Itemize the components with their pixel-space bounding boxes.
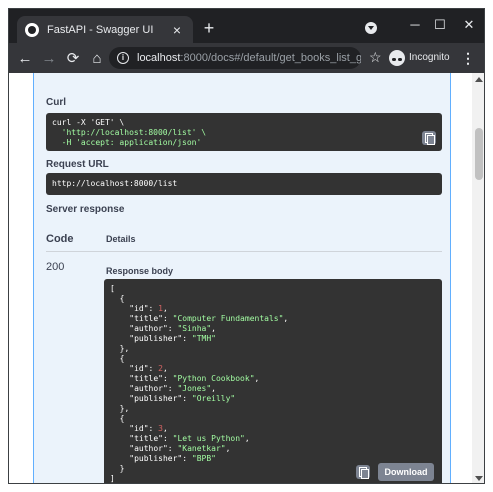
request-url-block: http://localhost:8000/list: [46, 173, 442, 195]
incognito-icon[interactable]: [389, 50, 405, 66]
incognito-label[interactable]: Incognito: [409, 52, 450, 63]
json-key: "publisher": [129, 454, 183, 463]
tab-search-icon[interactable]: [365, 22, 377, 34]
new-tab-button[interactable]: +: [199, 19, 219, 37]
curl-code-block: curl -X 'GET' \ 'http://localhost:8000/l…: [46, 113, 442, 151]
vertical-scrollbar[interactable]: [472, 73, 484, 483]
json-number: 1: [158, 304, 163, 313]
json-string: "Let us Python": [172, 434, 245, 443]
json-string: "Python Cookbook": [172, 374, 255, 383]
tab-close-icon[interactable]: ×: [169, 22, 185, 38]
address-bar[interactable]: i localhost:8000/docs#/default/get_books…: [109, 47, 361, 69]
json-key: "author": [129, 324, 168, 333]
home-icon[interactable]: ⌂: [85, 50, 109, 67]
copy-curl-icon[interactable]: [422, 131, 436, 145]
browser-toolbar: ← → ⟳ ⌂ i localhost:8000/docs#/default/g…: [9, 43, 484, 73]
minimize-button[interactable]: ─: [405, 17, 425, 32]
tab-strip: FastAPI - Swagger UI × + ─ ☐ ✕: [9, 9, 484, 43]
response-body-json: [ { "id": 1, "title": "Computer Fundamen…: [110, 284, 289, 483]
browser-window: FastAPI - Swagger UI × + ─ ☐ ✕ ← → ⟳ ⌂ i…: [8, 8, 485, 484]
json-string: "Jones": [177, 384, 212, 393]
curl-line: 'http://localhost:8000/list' \: [52, 128, 207, 137]
back-icon[interactable]: ←: [13, 50, 37, 67]
json-string: "Oreilly": [191, 394, 236, 403]
operation-panel: Curl curl -X 'GET' \ 'http://localhost:8…: [33, 73, 451, 483]
scroll-up-icon[interactable]: [475, 77, 483, 82]
download-button[interactable]: Download: [378, 463, 434, 481]
json-string: "BPB": [191, 454, 216, 463]
json-string: "TMH": [191, 334, 216, 343]
page-viewport: Curl curl -X 'GET' \ 'http://localhost:8…: [9, 73, 484, 483]
response-body-block: [ { "id": 1, "title": "Computer Fundamen…: [104, 279, 442, 483]
request-url: http://localhost:8000/list: [52, 179, 178, 188]
json-string: "Kanetkar": [177, 444, 226, 453]
code-column-header: Code: [46, 233, 74, 245]
scroll-down-icon[interactable]: [475, 476, 483, 481]
curl-label: Curl: [46, 97, 66, 108]
url-host: localhost: [137, 52, 181, 64]
curl-line: -H 'accept: application/json': [52, 138, 202, 147]
json-key: "title": [129, 374, 163, 383]
fastapi-favicon-icon: [25, 22, 39, 37]
json-key: "author": [129, 444, 168, 453]
curl-code: curl -X 'GET' \ 'http://localhost:8000/l…: [52, 118, 436, 148]
json-key: "publisher": [129, 394, 183, 403]
json-number: 3: [158, 424, 163, 433]
reload-icon[interactable]: ⟳: [61, 49, 85, 67]
url-text[interactable]: localhost:8000/docs#/default/get_books_l…: [137, 52, 361, 64]
bookmark-star-icon[interactable]: ☆: [369, 49, 382, 66]
json-string: "Computer Fundamentals": [172, 314, 284, 323]
copy-response-icon[interactable]: [356, 465, 370, 479]
json-key: "id": [129, 424, 149, 433]
close-window-button[interactable]: ✕: [459, 17, 479, 33]
response-status-code: 200: [46, 261, 65, 273]
maximize-button[interactable]: ☐: [430, 17, 450, 33]
details-column-header: Details: [106, 234, 136, 244]
response-body-label: Response body: [106, 266, 174, 276]
json-string: "Sinha": [177, 324, 212, 333]
browser-menu-icon[interactable]: ⋮: [461, 50, 475, 67]
response-table-header: Code Details: [46, 230, 442, 252]
curl-line: curl -X 'GET' \: [52, 118, 125, 127]
url-path: :8000/docs#/default/get_books_list_get: [180, 52, 361, 64]
scroll-thumb[interactable]: [475, 128, 483, 180]
json-number: 2: [158, 364, 163, 373]
json-key: "author": [129, 384, 168, 393]
tab-title: FastAPI - Swagger UI: [47, 23, 154, 36]
json-key: "publisher": [129, 334, 183, 343]
json-key: "title": [129, 314, 163, 323]
json-key: "id": [129, 364, 149, 373]
tab-swagger[interactable]: FastAPI - Swagger UI ×: [17, 16, 193, 43]
json-key: "id": [129, 304, 149, 313]
site-info-icon[interactable]: i: [117, 52, 129, 64]
json-key: "title": [129, 434, 163, 443]
forward-icon[interactable]: →: [37, 50, 61, 67]
server-response-label: Server response: [46, 204, 125, 215]
request-url-label: Request URL: [46, 159, 109, 170]
